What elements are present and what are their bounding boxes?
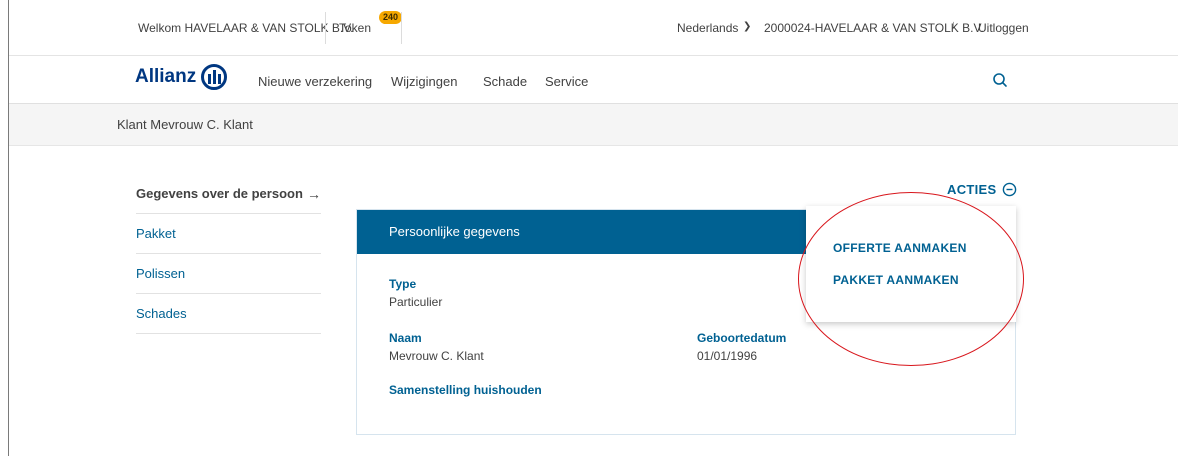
field-value: Particulier xyxy=(389,295,443,309)
divider xyxy=(325,12,326,44)
sidebar-item-label: Schades xyxy=(136,306,187,321)
field-label: Geboortedatum xyxy=(697,331,787,345)
allianz-logo-icon xyxy=(201,64,228,90)
brand-logo[interactable]: Allianz xyxy=(135,64,228,90)
field-birthdate: Geboortedatum 01/01/1996 xyxy=(697,331,786,363)
sidebar-item-schades[interactable]: Schades xyxy=(136,294,321,334)
search-icon[interactable] xyxy=(992,72,1008,88)
field-name: Naam Mevrouw C. Klant xyxy=(389,331,484,363)
divider xyxy=(401,12,402,44)
arrow-right-icon: → xyxy=(307,186,321,202)
field-type: Type Particulier xyxy=(389,277,442,309)
nav-nieuwe-verzekering[interactable]: Nieuwe verzekering xyxy=(258,74,372,89)
actions-toggle[interactable]: ACTIES xyxy=(947,182,1017,197)
field-label: Naam xyxy=(389,331,422,345)
breadcrumb: Klant Mevrouw C. Klant xyxy=(117,117,253,132)
actions-menu: OFFERTE AANMAKEN PAKKET AANMAKEN xyxy=(806,206,1016,322)
sidebar: Gegevens over de persoon → Pakket Poliss… xyxy=(136,174,321,334)
dropdown-arrow-icon: ↓ xyxy=(951,19,957,31)
sidebar-item-label: Gegevens over de persoon xyxy=(136,186,303,201)
sidebar-item-label: Polissen xyxy=(136,266,186,281)
sidebar-item-polissen[interactable]: Polissen xyxy=(136,254,321,294)
minus-circle-icon xyxy=(1003,182,1017,197)
sidebar-item-gegevens[interactable]: Gegevens over de persoon → xyxy=(136,174,321,214)
main-nav: Allianz Nieuwe verzekering Wijzigingen S… xyxy=(9,56,1178,104)
brand-name: Allianz xyxy=(135,66,197,87)
nav-schade[interactable]: Schade xyxy=(483,74,527,89)
token-link[interactable]: Token xyxy=(339,21,371,35)
sidebar-item-pakket[interactable]: Pakket xyxy=(136,214,321,254)
field-value: 01/01/1996 xyxy=(697,349,758,363)
nav-wijzigingen[interactable]: Wijzigingen xyxy=(391,74,457,89)
household-link[interactable]: Samenstelling huishouden xyxy=(389,383,542,397)
field-value: Mevrouw C. Klant xyxy=(389,349,484,363)
language-select[interactable]: Nederlands xyxy=(677,21,738,35)
menu-item-offerte-aanmaken[interactable]: OFFERTE AANMAKEN xyxy=(833,241,967,255)
breadcrumb-bar: Klant Mevrouw C. Klant xyxy=(9,104,1178,146)
nav-service[interactable]: Service xyxy=(545,74,588,89)
field-household[interactable]: Samenstelling huishouden xyxy=(389,383,542,401)
utility-bar: Welkom HAVELAAR & VAN STOLK B.V. Token 2… xyxy=(9,0,1178,56)
logout-link[interactable]: Uitloggen xyxy=(978,21,1029,35)
menu-item-pakket-aanmaken[interactable]: PAKKET AANMAKEN xyxy=(833,273,959,287)
field-label: Type xyxy=(389,277,417,291)
welcome-text: Welkom HAVELAAR & VAN STOLK B.V. xyxy=(138,21,354,35)
actions-label: ACTIES xyxy=(947,182,997,197)
token-count-badge: 240 xyxy=(379,11,403,24)
sidebar-item-label: Pakket xyxy=(136,226,176,241)
chevron-down-icon: ❯ xyxy=(743,21,752,32)
